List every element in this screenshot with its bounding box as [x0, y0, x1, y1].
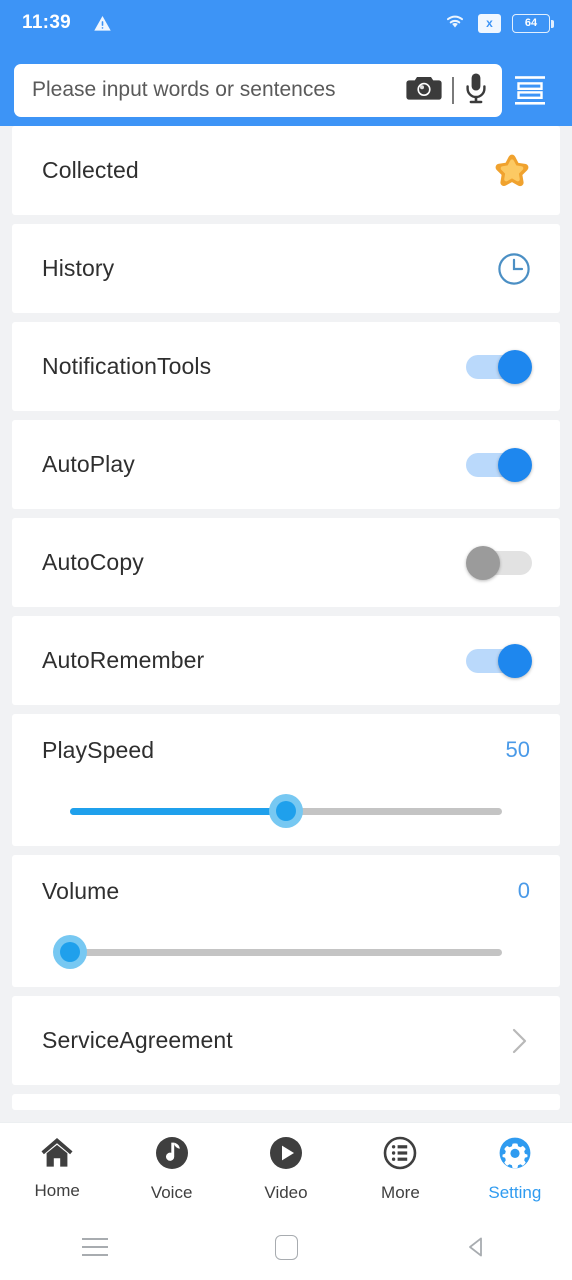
- list-item-autocopy[interactable]: AutoCopy: [12, 518, 560, 607]
- nav-label: Video: [264, 1182, 308, 1202]
- back-triangle-icon[interactable]: [381, 1234, 572, 1260]
- list-item-playspeed[interactable]: PlaySpeed 50: [12, 714, 560, 846]
- slider-track: [70, 949, 502, 956]
- nav-item-home[interactable]: Home: [0, 1136, 114, 1201]
- toggle-thumb: [498, 349, 532, 384]
- nav-item-voice[interactable]: Voice: [114, 1135, 228, 1203]
- toggle-autocopy[interactable]: [466, 545, 532, 580]
- search-box[interactable]: [14, 63, 502, 117]
- warning-triangle-icon: [93, 14, 112, 33]
- status-bar-icons: x 64: [443, 11, 554, 35]
- nav-item-setting[interactable]: Setting: [458, 1135, 572, 1203]
- slider-thumb[interactable]: [53, 935, 87, 969]
- list-item-label: ServiceAgreement: [42, 1027, 233, 1053]
- nav-item-more[interactable]: More: [343, 1135, 457, 1203]
- list-item-label: Volume: [42, 877, 120, 904]
- list-menu-icon[interactable]: [502, 64, 558, 117]
- app-header: 11:39 x 64 Please input words or sentenc…: [0, 0, 572, 126]
- toggle-thumb: [466, 545, 500, 580]
- toggle-autoplay[interactable]: [466, 447, 532, 482]
- home-square-icon[interactable]: [191, 1234, 382, 1260]
- toggle-thumb: [498, 447, 532, 482]
- list-item-label: AutoCopy: [42, 549, 144, 575]
- list-item-label: PlaySpeed: [42, 736, 155, 763]
- bottom-nav: Home Voice Video More Setting: [0, 1122, 572, 1214]
- list-item-label: Collected: [42, 157, 139, 183]
- microphone-icon[interactable]: [464, 72, 488, 109]
- playspeed-slider[interactable]: [42, 786, 530, 842]
- nav-label: More: [381, 1182, 420, 1202]
- slider-fill: [70, 808, 286, 815]
- volume-value: 0: [517, 878, 530, 903]
- search-row: [0, 62, 572, 118]
- status-bar-time: 11:39: [22, 12, 72, 33]
- list-item-notificationtools[interactable]: NotificationTools: [12, 322, 560, 411]
- search-divider: [452, 76, 454, 104]
- list-item-serviceagreement[interactable]: ServiceAgreement: [12, 996, 560, 1085]
- status-bar: 11:39 x 64: [0, 0, 572, 46]
- chevron-right-icon: [506, 1025, 532, 1057]
- recents-icon[interactable]: [0, 1238, 191, 1256]
- music-note-icon: [154, 1135, 190, 1176]
- list-item-partial[interactable]: [12, 1094, 560, 1110]
- toggle-notificationtools[interactable]: [466, 349, 532, 384]
- volume-slider[interactable]: [42, 927, 530, 983]
- list-item-label: AutoPlay: [42, 451, 135, 477]
- slider-thumb[interactable]: [269, 794, 303, 828]
- list-item-label: NotificationTools: [42, 353, 212, 379]
- clock-icon: [496, 251, 532, 287]
- search-input[interactable]: [32, 78, 407, 102]
- list-item-collected[interactable]: Collected: [12, 126, 560, 215]
- toggle-thumb: [498, 643, 532, 678]
- battery-icon: 64: [512, 13, 554, 33]
- list-item-volume[interactable]: Volume 0: [12, 855, 560, 987]
- list-item-label: History: [42, 255, 115, 281]
- settings-list[interactable]: Collected History NotificationTools Auto…: [0, 126, 572, 1122]
- playspeed-value: 50: [505, 737, 530, 762]
- nav-item-video[interactable]: Video: [229, 1135, 343, 1203]
- list-item-label: AutoRemember: [42, 647, 205, 673]
- list-item-autoplay[interactable]: AutoPlay: [12, 420, 560, 509]
- home-icon: [39, 1136, 75, 1174]
- star-icon: [492, 152, 532, 190]
- system-nav-bar: [0, 1214, 572, 1280]
- list-item-history[interactable]: History: [12, 224, 560, 313]
- list-item-autoremember[interactable]: AutoRemember: [12, 616, 560, 705]
- phone-screen: 11:39 x 64 Please input words or sentenc…: [0, 0, 572, 1280]
- battery-level: 64: [524, 16, 538, 29]
- toggle-autoremember[interactable]: [466, 643, 532, 678]
- wifi-icon: [443, 11, 467, 35]
- nav-label: Home: [34, 1181, 80, 1200]
- grid-list-icon: [382, 1135, 418, 1176]
- nav-label: Voice: [150, 1182, 193, 1202]
- camera-icon[interactable]: [406, 73, 443, 107]
- nav-label: Setting: [488, 1182, 542, 1202]
- play-icon: [268, 1135, 304, 1176]
- no-sim-icon: x: [478, 13, 501, 33]
- gear-icon: [497, 1135, 533, 1176]
